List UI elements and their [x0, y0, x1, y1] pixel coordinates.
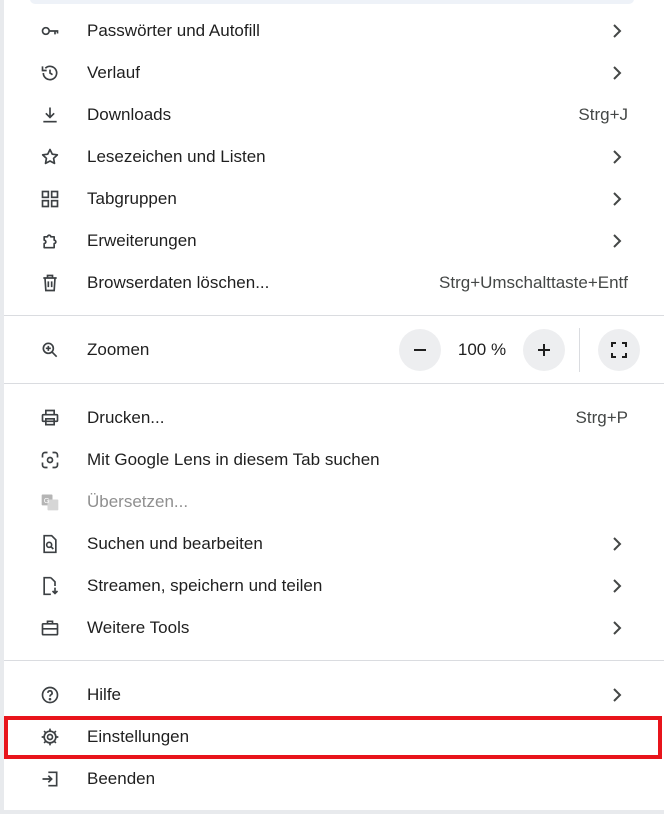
menu-item-history[interactable]: Verlauf	[4, 52, 664, 94]
chevron-right-icon	[610, 23, 624, 39]
menu-item-label: Streamen, speichern und teilen	[87, 576, 323, 595]
tab-groups-icon	[40, 189, 60, 209]
extension-icon	[40, 231, 60, 251]
menu-item-zoom: Zoomen	[4, 329, 664, 371]
print-icon	[40, 408, 60, 428]
chevron-right-icon	[610, 536, 624, 552]
menu-item-label: Weitere Tools	[87, 618, 190, 637]
fullscreen-button[interactable]	[598, 329, 640, 371]
google-lens-icon	[40, 450, 60, 470]
zoom-divider	[579, 328, 580, 372]
menu-item-passwords-autofill[interactable]: Passwörter und Autofill	[4, 10, 664, 52]
shortcut-text: Strg+J	[578, 105, 628, 124]
chevron-right-icon	[610, 65, 624, 81]
translate-icon: G	[40, 492, 60, 512]
shortcut-text: Strg+Umschalttaste+Entf	[439, 273, 628, 292]
zoom-in-button[interactable]	[523, 329, 565, 371]
menu-item-label: Lesezeichen und Listen	[87, 147, 266, 166]
menu-item-translate: G Übersetzen...	[4, 481, 664, 523]
zoom-value: 100 %	[457, 340, 507, 359]
menu-item-find-edit[interactable]: Suchen und bearbeiten	[4, 523, 664, 565]
chevron-right-icon	[610, 578, 624, 594]
menu-item-help[interactable]: Hilfe	[4, 674, 664, 716]
highlight-box	[4, 716, 662, 759]
menu-item-more-tools[interactable]: Weitere Tools	[4, 607, 664, 649]
menu-item-clear-browsing-data[interactable]: Browserdaten löschen... Strg+Umschalttas…	[4, 262, 664, 304]
menu-separator	[4, 660, 664, 661]
zoom-label: Zoomen	[87, 340, 150, 359]
chevron-right-icon	[610, 149, 624, 165]
menu-item-label: Verlauf	[87, 63, 140, 82]
menu-item-tab-groups[interactable]: Tabgruppen	[4, 178, 664, 220]
plus-icon	[538, 344, 550, 356]
chevron-right-icon	[610, 687, 624, 703]
star-icon	[40, 147, 60, 167]
menu-item-label: Beenden	[87, 769, 156, 788]
toolbox-icon	[40, 618, 60, 638]
menu-item-label: Übersetzen...	[87, 492, 189, 511]
shortcut-text: Strg+P	[575, 408, 628, 427]
menu-item-label: Erweiterungen	[87, 231, 197, 250]
menu-separator	[4, 315, 664, 316]
window-bottom-edge	[4, 810, 664, 814]
help-icon	[40, 685, 60, 705]
menu-item-downloads[interactable]: Downloads Strg+J	[4, 94, 664, 136]
menu-item-bookmarks[interactable]: Lesezeichen und Listen	[4, 136, 664, 178]
key-icon	[40, 21, 60, 41]
menu-item-exit[interactable]: Beenden	[4, 758, 664, 800]
menu-item-label: Browserdaten löschen...	[87, 273, 270, 292]
download-icon	[40, 105, 60, 125]
minus-icon	[414, 349, 426, 351]
exit-icon	[40, 769, 60, 789]
menu-item-cast-save-share[interactable]: Streamen, speichern und teilen	[4, 565, 664, 607]
fullscreen-icon	[611, 342, 627, 358]
find-edit-icon	[40, 534, 60, 554]
menu-item-label: Passwörter und Autofill	[87, 21, 260, 40]
menu-item-google-lens[interactable]: Mit Google Lens in diesem Tab suchen	[4, 439, 664, 481]
window-top-edge	[30, 0, 634, 4]
history-icon	[40, 63, 60, 83]
menu-item-label: Downloads	[87, 105, 172, 124]
menu-item-label: Tabgruppen	[87, 189, 177, 208]
save-share-icon	[40, 576, 60, 596]
chevron-right-icon	[610, 233, 624, 249]
zoom-out-button[interactable]	[399, 329, 441, 371]
menu-item-extensions[interactable]: Erweiterungen	[4, 220, 664, 262]
menu-item-label: Hilfe	[87, 685, 122, 704]
zoom-in-icon	[40, 340, 60, 360]
menu-item-label: Drucken...	[87, 408, 165, 427]
svg-text:G: G	[44, 496, 50, 505]
chevron-right-icon	[610, 620, 624, 636]
chevron-right-icon	[610, 191, 624, 207]
menu-item-label: Mit Google Lens in diesem Tab suchen	[87, 450, 380, 469]
menu-item-print[interactable]: Drucken... Strg+P	[4, 397, 664, 439]
menu-item-label: Suchen und bearbeiten	[87, 534, 263, 553]
menu-separator	[4, 383, 664, 384]
trash-icon	[40, 273, 60, 293]
